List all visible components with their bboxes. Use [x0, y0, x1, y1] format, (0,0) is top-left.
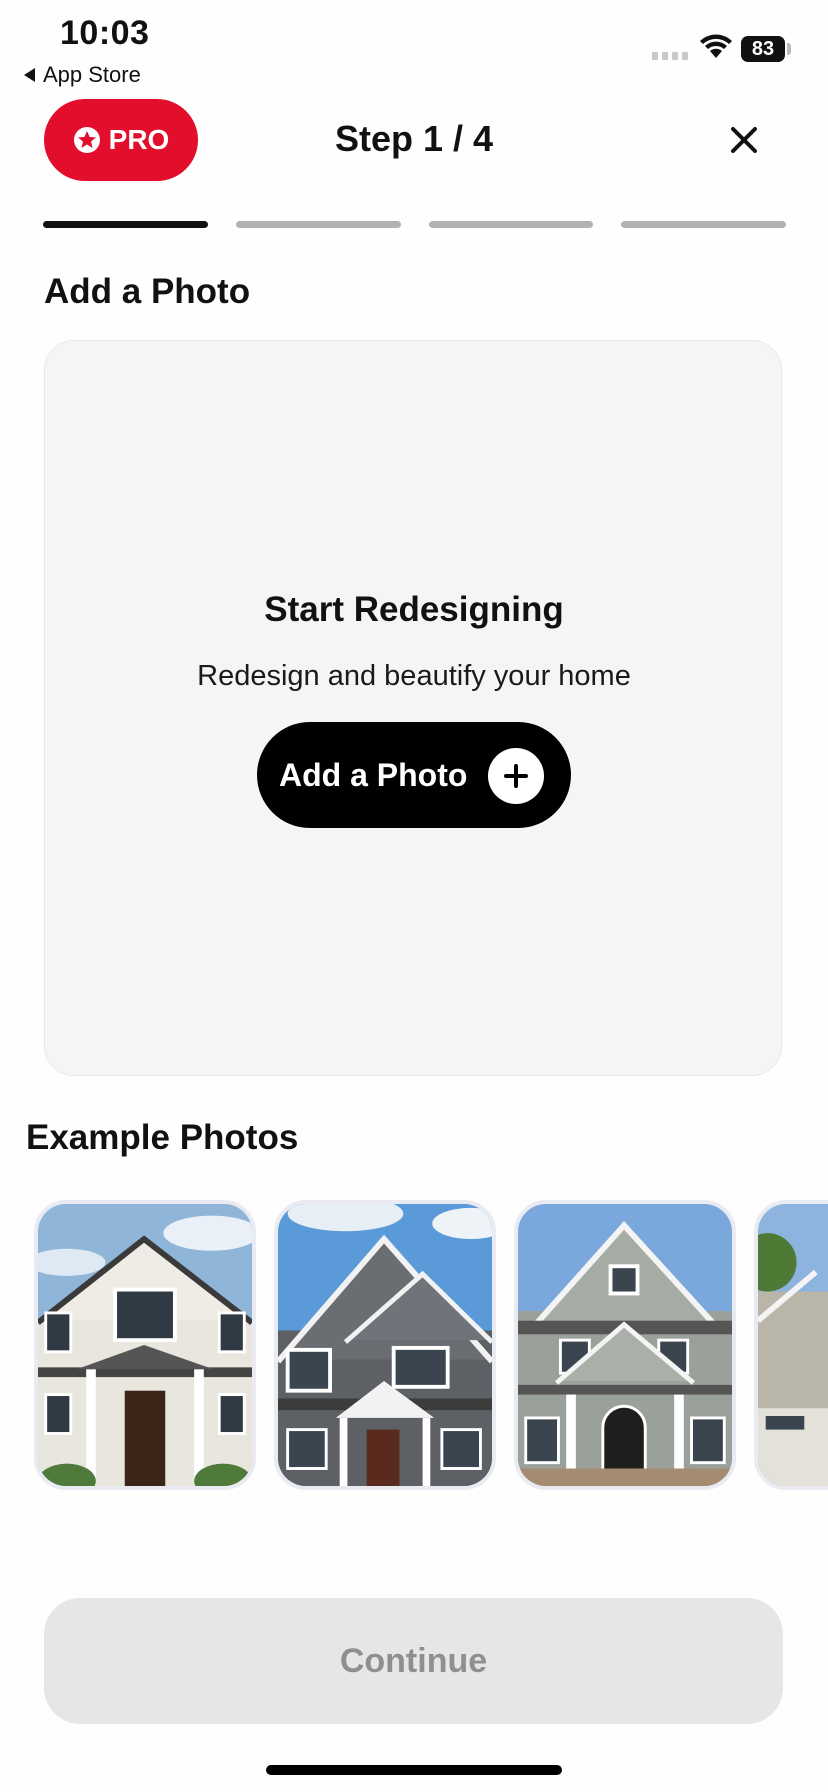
cellular-signal-icon — [652, 52, 688, 60]
example-photo-white-colonial-house[interactable] — [34, 1200, 256, 1490]
status-time: 10:03 — [60, 14, 150, 52]
example-photos-carousel[interactable] — [34, 1200, 828, 1492]
back-app-label: App Store — [43, 62, 141, 87]
close-icon[interactable] — [724, 120, 764, 160]
progress-segment-1 — [43, 221, 208, 228]
battery-indicator: 83 — [741, 36, 785, 62]
progress-segment-2 — [235, 221, 401, 228]
progress-segment-4 — [621, 221, 786, 228]
example-photo-gray-shingle-house[interactable] — [274, 1200, 496, 1490]
add-photo-section-title: Add a Photo — [44, 272, 251, 311]
back-to-app-store-link[interactable]: App Store — [24, 62, 141, 88]
wifi-icon — [700, 34, 732, 58]
progress-segment-3 — [428, 221, 594, 228]
add-photo-button[interactable]: Add a Photo — [257, 722, 571, 828]
add-photo-button-label: Add a Photo — [279, 756, 468, 793]
plus-circle-icon — [488, 748, 544, 804]
example-photo-gray-craftsman-house[interactable] — [514, 1200, 736, 1490]
step-progress-bar — [43, 221, 786, 229]
photo-upload-card[interactable] — [44, 340, 782, 1076]
example-photos-title: Example Photos — [26, 1118, 299, 1157]
card-heading: Start Redesigning — [264, 590, 564, 629]
step-title: Step 1 / 4 — [334, 118, 494, 159]
example-photo-beige-garage-house[interactable] — [754, 1200, 828, 1490]
continue-button[interactable]: Continue — [44, 1598, 783, 1724]
back-arrow-icon — [24, 68, 35, 82]
home-indicator — [266, 1765, 562, 1775]
battery-tip — [787, 43, 791, 55]
card-subtitle: Redesign and beautify your home — [197, 660, 631, 692]
